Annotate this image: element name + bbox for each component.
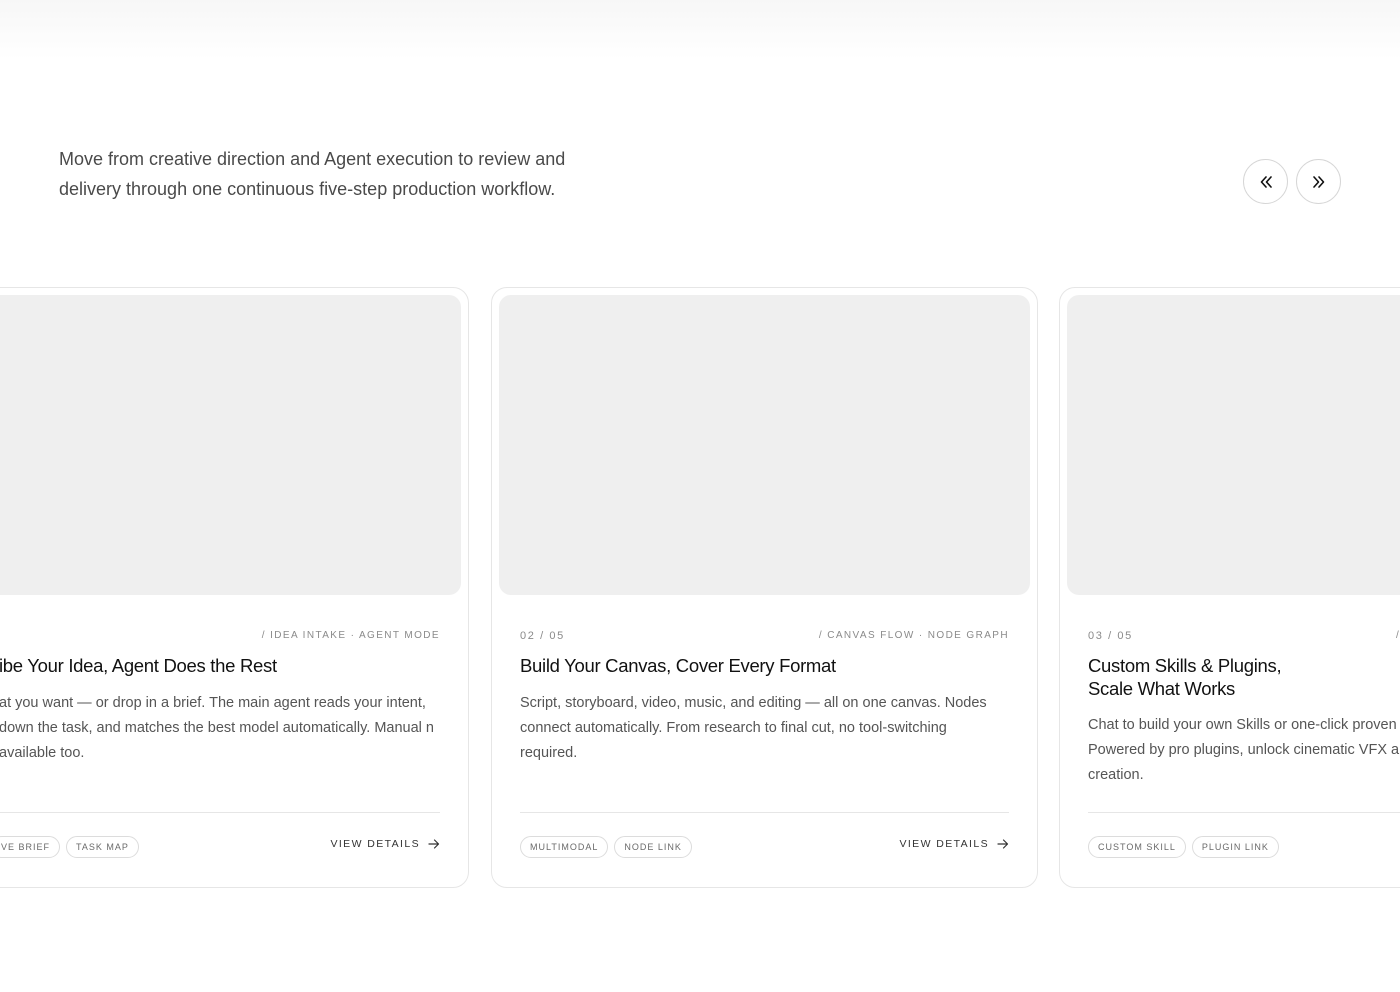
card-title: Build Your Canvas, Cover Every Format [520,655,836,676]
card-tagline: / [1396,630,1400,641]
card-description: at you want — or drop in a brief. The ma… [0,695,434,761]
card-index: 02 / 05 [520,630,565,642]
card-tags: MULTIMODAL NODE LINK [520,836,692,858]
tag-chip[interactable]: NODE LINK [614,836,692,858]
card-tags: CUSTOM SKILL PLUGIN LINK [1088,836,1279,858]
workflow-card-2[interactable]: 02 / 05 / CANVAS FLOW · NODE GRAPH Build… [491,287,1038,888]
card-media-placeholder [1067,295,1400,595]
tag-chip[interactable]: VE BRIEF [0,836,61,858]
view-details-link[interactable]: VIEW DETAILS [330,838,440,850]
double-chevron-right-icon [1311,174,1327,190]
view-details-link[interactable]: VIEW DETAILS [899,838,1009,850]
view-details-label: VIEW DETAILS [899,838,989,850]
top-fade [0,0,1400,60]
card-index: 03 / 05 [1088,630,1133,642]
card-divider [1088,812,1400,813]
tag-chip[interactable]: MULTIMODAL [520,836,609,858]
tag-chip[interactable]: PLUGIN LINK [1191,836,1279,858]
card-title: ibe Your Idea, Agent Does the Rest [0,655,277,676]
card-tagline: / IDEA INTAKE · AGENT MODE [261,630,440,641]
card-tagline: / CANVAS FLOW · NODE GRAPH [818,630,1009,641]
card-description: Script, storyboard, video, music, and ed… [520,695,987,761]
tag-chip[interactable]: TASK MAP [66,836,139,858]
workflow-carousel-section: Move from creative direction and Agent e… [0,0,1400,992]
tag-chip[interactable]: CUSTOM SKILL [1088,836,1186,858]
card-media-placeholder [499,295,1030,595]
card-divider [0,812,440,813]
arrow-right-icon [997,838,1009,850]
workflow-card-3[interactable]: 03 / 05 / Custom Skills & Plugins, Scale… [1059,287,1400,888]
card-title: Custom Skills & Plugins, Scale What Work… [1088,655,1282,699]
arrow-right-icon [428,838,440,850]
carousel-prev-button[interactable] [1243,159,1288,204]
view-details-label: VIEW DETAILS [330,838,420,850]
carousel-next-button[interactable] [1296,159,1341,204]
section-intro: Move from creative direction and Agent e… [59,149,566,199]
card-media-placeholder [0,295,461,595]
card-tags: VE BRIEF TASK MAP [0,836,139,858]
workflow-card-1[interactable]: / IDEA INTAKE · AGENT MODE ibe Your Idea… [0,287,469,888]
card-description: Chat to build your own Skills or one-cli… [1088,717,1400,783]
double-chevron-left-icon [1258,174,1274,190]
card-divider [520,812,1009,813]
